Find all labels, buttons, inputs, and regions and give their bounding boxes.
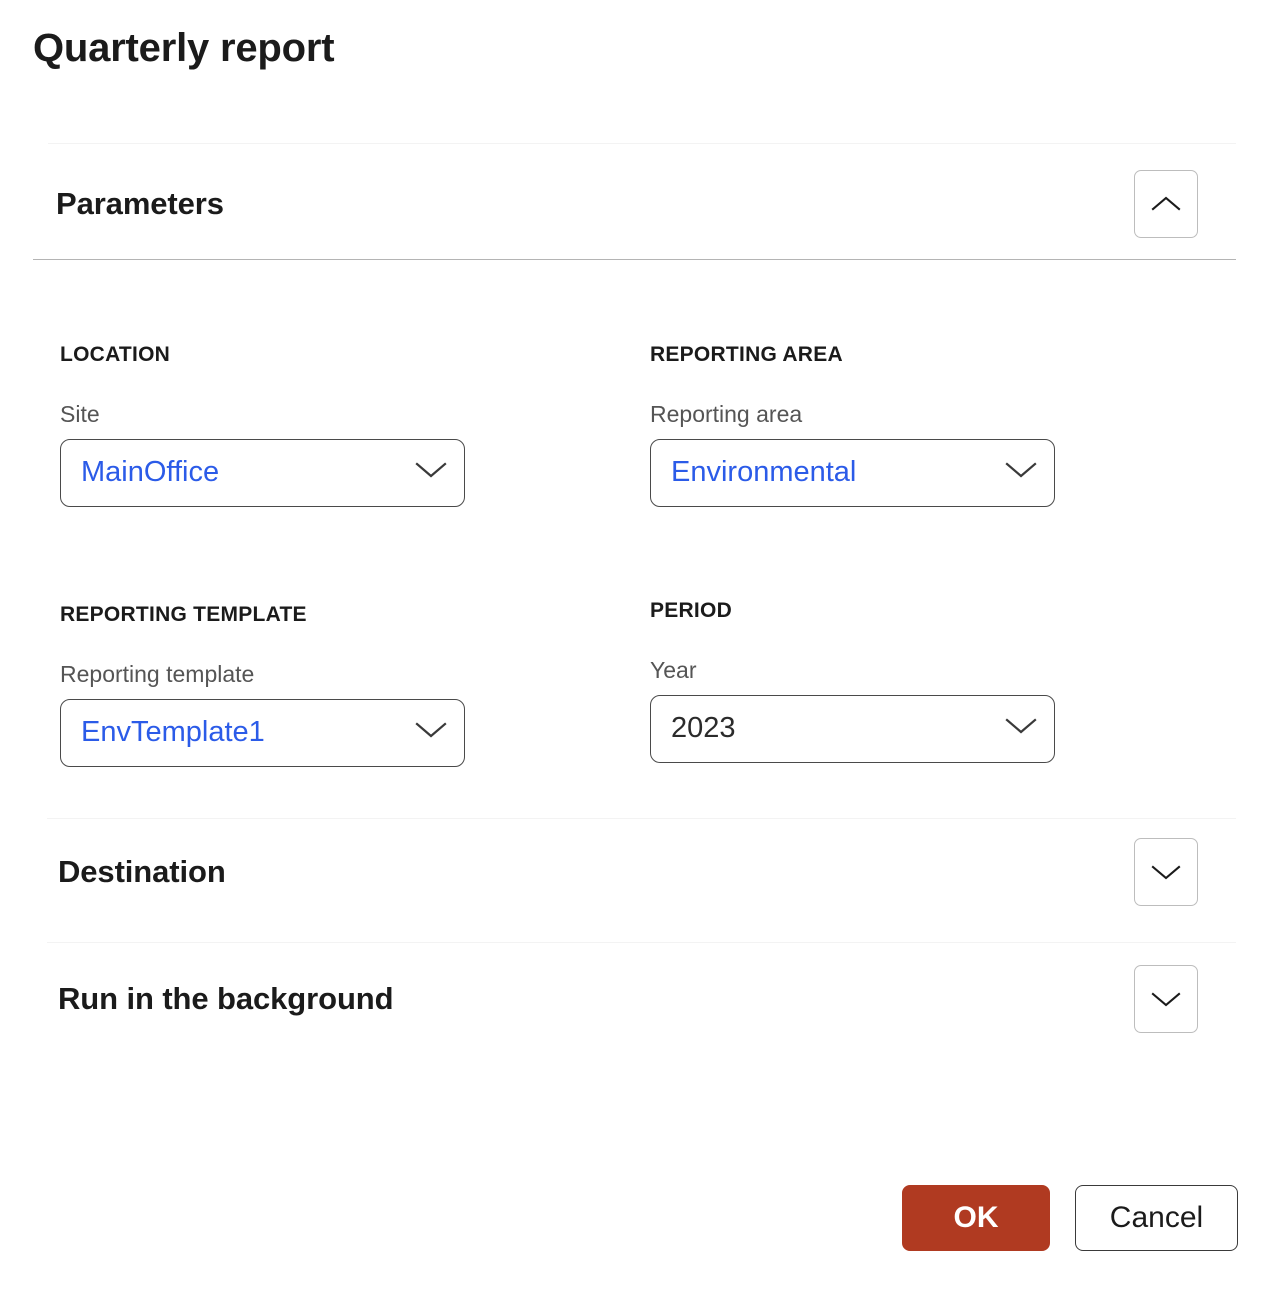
group-caption-reporting-template: REPORTING TEMPLATE [60, 603, 307, 626]
group-caption-reporting-area: REPORTING AREA [650, 343, 843, 366]
field-label-reporting-area: Reporting area [650, 401, 803, 428]
cancel-button[interactable]: Cancel [1075, 1185, 1238, 1251]
reporting-area-dropdown[interactable]: Environmental [650, 438, 1055, 507]
site-dropdown[interactable]: MainOffice [60, 438, 465, 507]
run-in-background-expand-toggle[interactable] [1134, 965, 1198, 1033]
chevron-up-icon [1151, 195, 1181, 213]
chevron-down-icon [1151, 863, 1181, 881]
divider-below-parameters-header [33, 259, 1236, 260]
chevron-down-icon [414, 460, 448, 485]
chevron-down-icon [1151, 990, 1181, 1008]
chevron-down-icon [1004, 716, 1038, 741]
divider-above-parameters [48, 143, 1236, 144]
chevron-down-icon [1004, 460, 1038, 485]
parameter-group-reporting-template: REPORTING TEMPLATE Reporting template En… [60, 602, 465, 767]
reporting-area-dropdown-value: Environmental [671, 458, 857, 488]
divider-above-destination [47, 818, 1236, 819]
parameter-group-location: LOCATION Site MainOffice [60, 342, 465, 507]
ok-button[interactable]: OK [902, 1185, 1050, 1251]
year-dropdown[interactable]: 2023 [650, 694, 1055, 763]
divider-above-run-in-background [47, 942, 1236, 943]
section-header-destination[interactable]: Destination [58, 838, 1198, 906]
group-caption-period: PERIOD [650, 599, 733, 622]
parameter-group-reporting-area: REPORTING AREA Reporting area Environmen… [650, 342, 1055, 507]
dialog-footer: OK Cancel [0, 1183, 1282, 1253]
page-title: Quarterly report [33, 26, 335, 70]
year-dropdown-value: 2023 [671, 714, 736, 744]
site-dropdown-value: MainOffice [81, 458, 220, 488]
field-label-reporting-template: Reporting template [60, 661, 255, 688]
section-title-run-in-background: Run in the background [58, 980, 394, 1016]
destination-expand-toggle[interactable] [1134, 838, 1198, 906]
field-label-site: Site [60, 401, 100, 428]
section-header-parameters: Parameters [56, 170, 1198, 238]
reporting-template-dropdown-value: EnvTemplate1 [81, 718, 265, 748]
section-title-parameters: Parameters [56, 185, 224, 221]
parameter-group-period: PERIOD Year 2023 [650, 598, 1055, 763]
reporting-template-dropdown[interactable]: EnvTemplate1 [60, 698, 465, 767]
parameters-collapse-toggle[interactable] [1134, 170, 1198, 238]
group-caption-location: LOCATION [60, 343, 171, 366]
section-title-destination: Destination [58, 853, 226, 889]
field-label-year: Year [650, 657, 697, 684]
chevron-down-icon [414, 720, 448, 745]
section-header-run-in-background[interactable]: Run in the background [58, 965, 1198, 1033]
